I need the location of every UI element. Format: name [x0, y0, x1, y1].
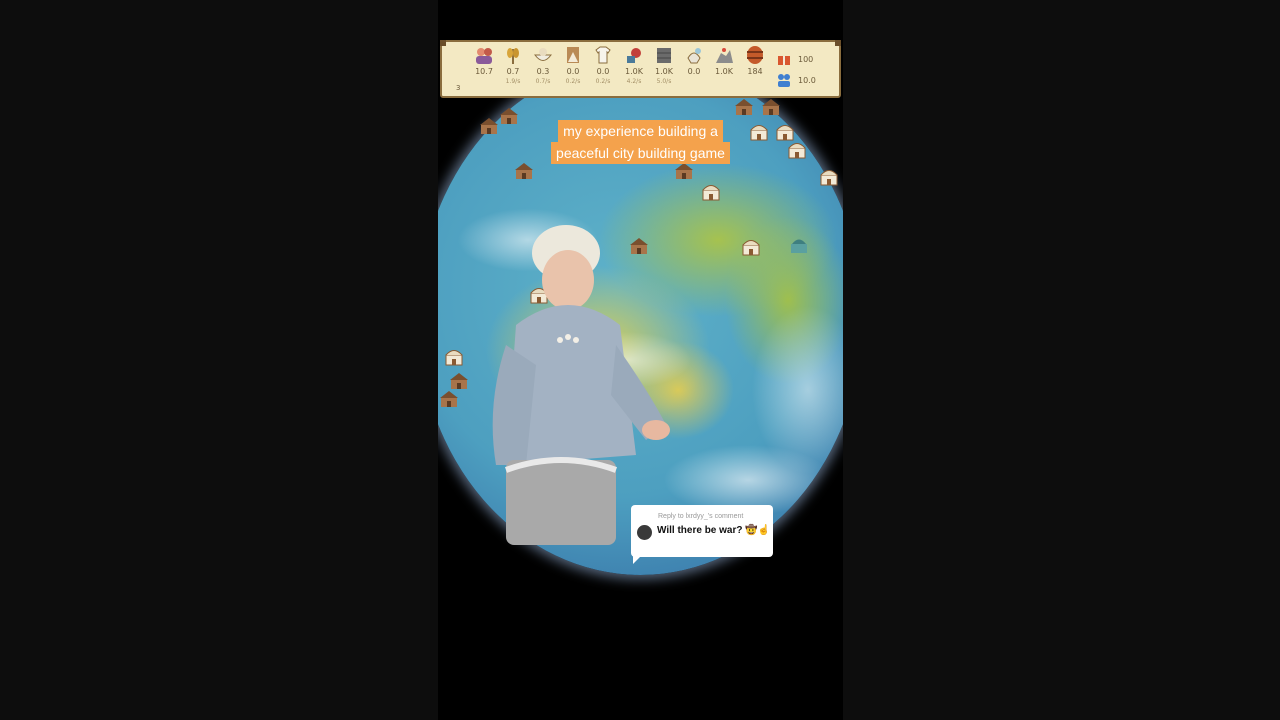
resource-value: 1.0K	[715, 67, 733, 76]
temple-icon[interactable]	[700, 180, 722, 202]
city-icon[interactable]	[733, 96, 755, 118]
reply-comment-bubble[interactable]: Reply to lxrdyy_'s comment Will there be…	[631, 505, 773, 564]
resource-stone[interactable]: 1.0K	[710, 44, 738, 77]
caption-line-2: peaceful city building game	[551, 142, 730, 164]
resource-faith[interactable]: 0.0	[680, 44, 708, 77]
resource-wheat[interactable]: 0.7 1.9/s	[499, 44, 527, 86]
hud-corner	[440, 40, 446, 46]
temple-icon[interactable]	[740, 235, 762, 257]
resource-rate: 0.7/s	[535, 78, 551, 85]
avatar	[637, 525, 652, 540]
resource-rate: 1.9/s	[505, 78, 521, 85]
resource-food[interactable]: 0.3 0.7/s	[529, 44, 557, 86]
tools-icon	[627, 48, 641, 63]
resource-wood[interactable]: 0.0 0.2/s	[559, 44, 587, 86]
resource-population[interactable]: 10.7	[470, 44, 498, 77]
resource-value: 10.7	[475, 67, 493, 76]
right-letterbox	[843, 0, 1280, 720]
turn-counter: 3	[456, 84, 461, 92]
resource-rate: 4.2/s	[626, 78, 642, 85]
resource-value: 0.0	[566, 67, 580, 76]
temple-icon[interactable]	[818, 165, 840, 187]
food-bowl-icon	[534, 48, 552, 61]
people-icon	[778, 74, 790, 87]
dome-icon[interactable]	[788, 233, 810, 255]
resource-rate: 5.0/s	[656, 78, 672, 85]
resource-barrel[interactable]: 184	[741, 44, 769, 77]
population-icon	[476, 48, 492, 64]
people-count: 10.0	[798, 76, 816, 85]
resource-rate: 0.2/s	[595, 78, 611, 85]
resource-value: 0.0	[596, 67, 610, 76]
barrel-icon	[747, 46, 763, 64]
wood-icon	[567, 47, 579, 63]
caption-line-1: my experience building a	[558, 120, 723, 142]
faith-icon	[687, 48, 701, 64]
cloth-icon	[595, 46, 611, 64]
comment-text: Will there be war? 🤠☝	[657, 525, 771, 536]
reply-to-label: Reply to lxrdyy_'s comment	[658, 513, 744, 520]
bricks-icon	[657, 48, 671, 63]
resource-value: 0.3	[536, 67, 550, 76]
gift-count: 100	[798, 55, 814, 64]
hud-corner	[835, 40, 841, 46]
resource-tools[interactable]: 1.0K 4.2/s	[620, 44, 648, 86]
resource-value: 1.0K	[655, 67, 673, 76]
video-caption: my experience building a peaceful city b…	[438, 120, 843, 164]
resource-bar: 10.7 0.7 1.9/s 0.3 0.7/s 0.0 0.2/s 0.0 0…	[440, 40, 841, 98]
resource-value: 1.0K	[625, 67, 643, 76]
city-icon[interactable]	[760, 96, 782, 118]
resource-bricks[interactable]: 1.0K 5.0/s	[650, 44, 678, 86]
video-frame[interactable]: 10.7 0.7 1.9/s 0.3 0.7/s 0.0 0.2/s 0.0 0…	[438, 0, 843, 720]
resource-value: 0.7	[506, 67, 520, 76]
resource-cloth[interactable]: 0.0 0.2/s	[589, 44, 617, 86]
resource-value: 184	[747, 67, 763, 76]
wheat-icon	[507, 48, 519, 64]
left-letterbox	[0, 0, 438, 720]
gift-icon	[778, 56, 790, 65]
stone-icon	[716, 48, 733, 63]
resource-rate: 0.2/s	[565, 78, 581, 85]
temple-icon[interactable]	[443, 345, 465, 367]
city-icon[interactable]	[438, 388, 460, 410]
resource-value: 0.0	[687, 67, 701, 76]
